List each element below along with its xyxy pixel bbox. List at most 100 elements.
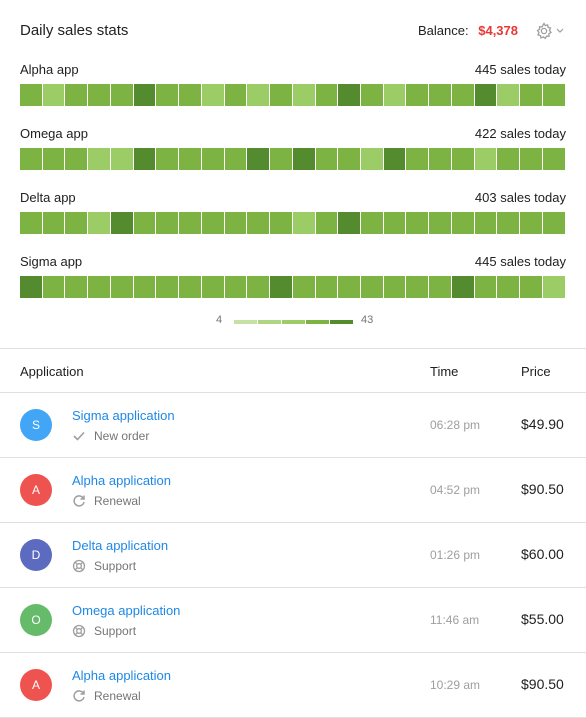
heatmap-cell[interactable]: [451, 212, 474, 234]
heatmap-cell[interactable]: [156, 276, 179, 298]
heatmap-cell[interactable]: [497, 212, 520, 234]
heatmap-cell[interactable]: [42, 212, 65, 234]
heatmap-cell[interactable]: [542, 276, 565, 298]
heatmap-cell[interactable]: [406, 276, 429, 298]
heatmap-cell[interactable]: [315, 212, 338, 234]
heatmap-cell[interactable]: [542, 212, 565, 234]
heatmap-cell[interactable]: [383, 212, 406, 234]
heatmap-cell[interactable]: [110, 212, 133, 234]
heatmap-cell[interactable]: [315, 276, 338, 298]
heatmap-cell[interactable]: [133, 212, 156, 234]
heatmap-cell[interactable]: [292, 84, 315, 106]
heatmap-cell[interactable]: [361, 212, 383, 234]
heatmap-cell[interactable]: [20, 276, 42, 298]
heatmap-cell[interactable]: [247, 276, 270, 298]
heatmap-cell[interactable]: [270, 212, 292, 234]
heatmap-cell[interactable]: [542, 84, 565, 106]
settings-button[interactable]: [535, 21, 567, 41]
heatmap-cell[interactable]: [270, 276, 292, 298]
heatmap-cell[interactable]: [383, 276, 406, 298]
heatmap-cell[interactable]: [179, 276, 201, 298]
heatmap-cell[interactable]: [406, 212, 429, 234]
application-link[interactable]: Delta application: [72, 538, 168, 553]
heatmap-cell[interactable]: [88, 84, 110, 106]
heatmap-cell[interactable]: [292, 212, 315, 234]
heatmap-cell[interactable]: [156, 148, 179, 170]
heatmap-cell[interactable]: [247, 212, 270, 234]
heatmap-cell[interactable]: [133, 84, 156, 106]
heatmap-cell[interactable]: [451, 148, 474, 170]
heatmap-cell[interactable]: [179, 148, 201, 170]
heatmap-cell[interactable]: [474, 212, 497, 234]
heatmap-cell[interactable]: [201, 148, 224, 170]
heatmap-cell[interactable]: [179, 84, 201, 106]
heatmap-cell[interactable]: [383, 148, 406, 170]
heatmap-cell[interactable]: [451, 276, 474, 298]
heatmap-cell[interactable]: [406, 148, 429, 170]
heatmap-cell[interactable]: [429, 84, 451, 106]
heatmap-cell[interactable]: [338, 276, 361, 298]
table-row[interactable]: A Alpha application Renewal 10:29 am $90.50: [0, 653, 586, 718]
heatmap-cell[interactable]: [429, 148, 451, 170]
heatmap-cell[interactable]: [406, 84, 429, 106]
heatmap-cell[interactable]: [65, 148, 88, 170]
heatmap-cell[interactable]: [224, 148, 247, 170]
heatmap-cell[interactable]: [88, 276, 110, 298]
heatmap-cell[interactable]: [224, 84, 247, 106]
heatmap-cell[interactable]: [110, 84, 133, 106]
heatmap-cell[interactable]: [20, 84, 42, 106]
heatmap-cell[interactable]: [520, 84, 542, 106]
heatmap-cell[interactable]: [474, 84, 497, 106]
heatmap-cell[interactable]: [338, 212, 361, 234]
heatmap-cell[interactable]: [65, 276, 88, 298]
heatmap-cell[interactable]: [224, 276, 247, 298]
heatmap-cell[interactable]: [542, 148, 565, 170]
heatmap-cell[interactable]: [474, 276, 497, 298]
application-link[interactable]: Alpha application: [72, 473, 171, 488]
heatmap-cell[interactable]: [292, 148, 315, 170]
heatmap-cell[interactable]: [270, 148, 292, 170]
heatmap-cell[interactable]: [429, 212, 451, 234]
heatmap-cell[interactable]: [65, 84, 88, 106]
heatmap-cell[interactable]: [474, 148, 497, 170]
heatmap-cell[interactable]: [315, 84, 338, 106]
heatmap-cell[interactable]: [520, 148, 542, 170]
table-row[interactable]: O Omega application Support 11:46 am $55.00: [0, 588, 586, 653]
heatmap-cell[interactable]: [110, 148, 133, 170]
heatmap-cell[interactable]: [361, 276, 383, 298]
heatmap-cell[interactable]: [88, 148, 110, 170]
heatmap-cell[interactable]: [247, 84, 270, 106]
heatmap-cell[interactable]: [110, 276, 133, 298]
heatmap-cell[interactable]: [383, 84, 406, 106]
heatmap-cell[interactable]: [42, 276, 65, 298]
heatmap-cell[interactable]: [497, 84, 520, 106]
table-row[interactable]: D Delta application Support 01:26 pm $60.00: [0, 523, 586, 588]
heatmap-cell[interactable]: [201, 212, 224, 234]
heatmap-cell[interactable]: [224, 212, 247, 234]
heatmap-cell[interactable]: [133, 148, 156, 170]
heatmap-cell[interactable]: [156, 212, 179, 234]
heatmap-cell[interactable]: [20, 148, 42, 170]
application-link[interactable]: Omega application: [72, 603, 180, 618]
heatmap-cell[interactable]: [315, 148, 338, 170]
heatmap-cell[interactable]: [201, 276, 224, 298]
heatmap-cell[interactable]: [42, 84, 65, 106]
heatmap-cell[interactable]: [520, 212, 542, 234]
heatmap-cell[interactable]: [497, 148, 520, 170]
heatmap-cell[interactable]: [20, 212, 42, 234]
application-link[interactable]: Alpha application: [72, 668, 171, 683]
heatmap-cell[interactable]: [247, 148, 270, 170]
heatmap-cell[interactable]: [361, 148, 383, 170]
heatmap-cell[interactable]: [451, 84, 474, 106]
heatmap-cell[interactable]: [270, 84, 292, 106]
heatmap-cell[interactable]: [65, 212, 88, 234]
heatmap-cell[interactable]: [42, 148, 65, 170]
heatmap-cell[interactable]: [520, 276, 542, 298]
heatmap-cell[interactable]: [429, 276, 451, 298]
heatmap-cell[interactable]: [201, 84, 224, 106]
heatmap-cell[interactable]: [338, 84, 361, 106]
heatmap-cell[interactable]: [497, 276, 520, 298]
application-link[interactable]: Sigma application: [72, 408, 175, 423]
heatmap-cell[interactable]: [133, 276, 156, 298]
table-row[interactable]: A Alpha application Renewal 04:52 pm $90.50: [0, 458, 586, 523]
